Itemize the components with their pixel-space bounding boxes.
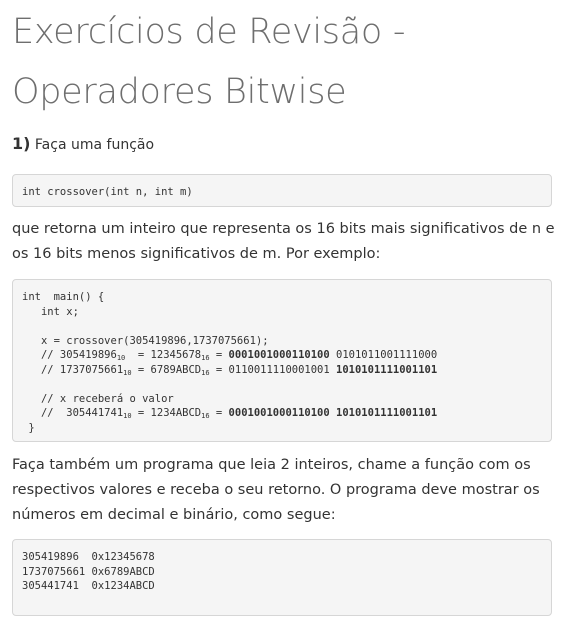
question-number: 1)	[12, 134, 31, 153]
code-line: 1737075661 0x6789ABCD	[22, 565, 155, 578]
code-line: 305419896 0x12345678	[22, 551, 155, 563]
task-paragraph: Faça também um programa que leia 2 intei…	[12, 457, 540, 523]
example-code-block: int main() { int x; x = crossover(305419…	[12, 279, 552, 442]
output-code: 305419896 0x12345678 1737075661 0x6789AB…	[22, 550, 551, 594]
page-title: Exercícios de Revisão - Operadores Bitwi…	[12, 2, 405, 122]
code-line: int x;	[22, 305, 79, 318]
code-line: }	[22, 421, 35, 434]
code-line: // 30541989610 = 1234567816 = 0001001000…	[22, 349, 438, 362]
document-page: Exercícios de Revisão - Operadores Bitwi…	[0, 0, 574, 625]
code-line: 305441741 0x1234ABCD	[22, 580, 155, 592]
output-code-block: 305419896 0x12345678 1737075661 0x6789AB…	[12, 539, 552, 616]
code-line: x = crossover(305419896,1737075661);	[22, 334, 269, 347]
title-line-2: Operadores Bitwise	[12, 72, 347, 112]
code-line: // 30544174110 = 1234ABCD16 = 0001001000…	[22, 407, 438, 420]
example-code: int main() { int x; x = crossover(305419…	[22, 290, 551, 435]
code-line: int main() {	[22, 291, 105, 303]
signature-code-block: int crossover(int n, int m)	[12, 174, 552, 207]
code-line: // x receberá o valor	[22, 392, 174, 405]
code-line: // 173707566110 = 6789ABCD16 = 011001111…	[22, 363, 438, 377]
signature-code: int crossover(int n, int m)	[22, 186, 193, 198]
question-text: Faça uma função	[34, 137, 155, 153]
title-line-1: Exercícios de Revisão -	[12, 12, 406, 52]
question-heading: 1) Faça uma função	[12, 134, 154, 153]
description-paragraph: que retorna um inteiro que representa os…	[12, 221, 555, 262]
